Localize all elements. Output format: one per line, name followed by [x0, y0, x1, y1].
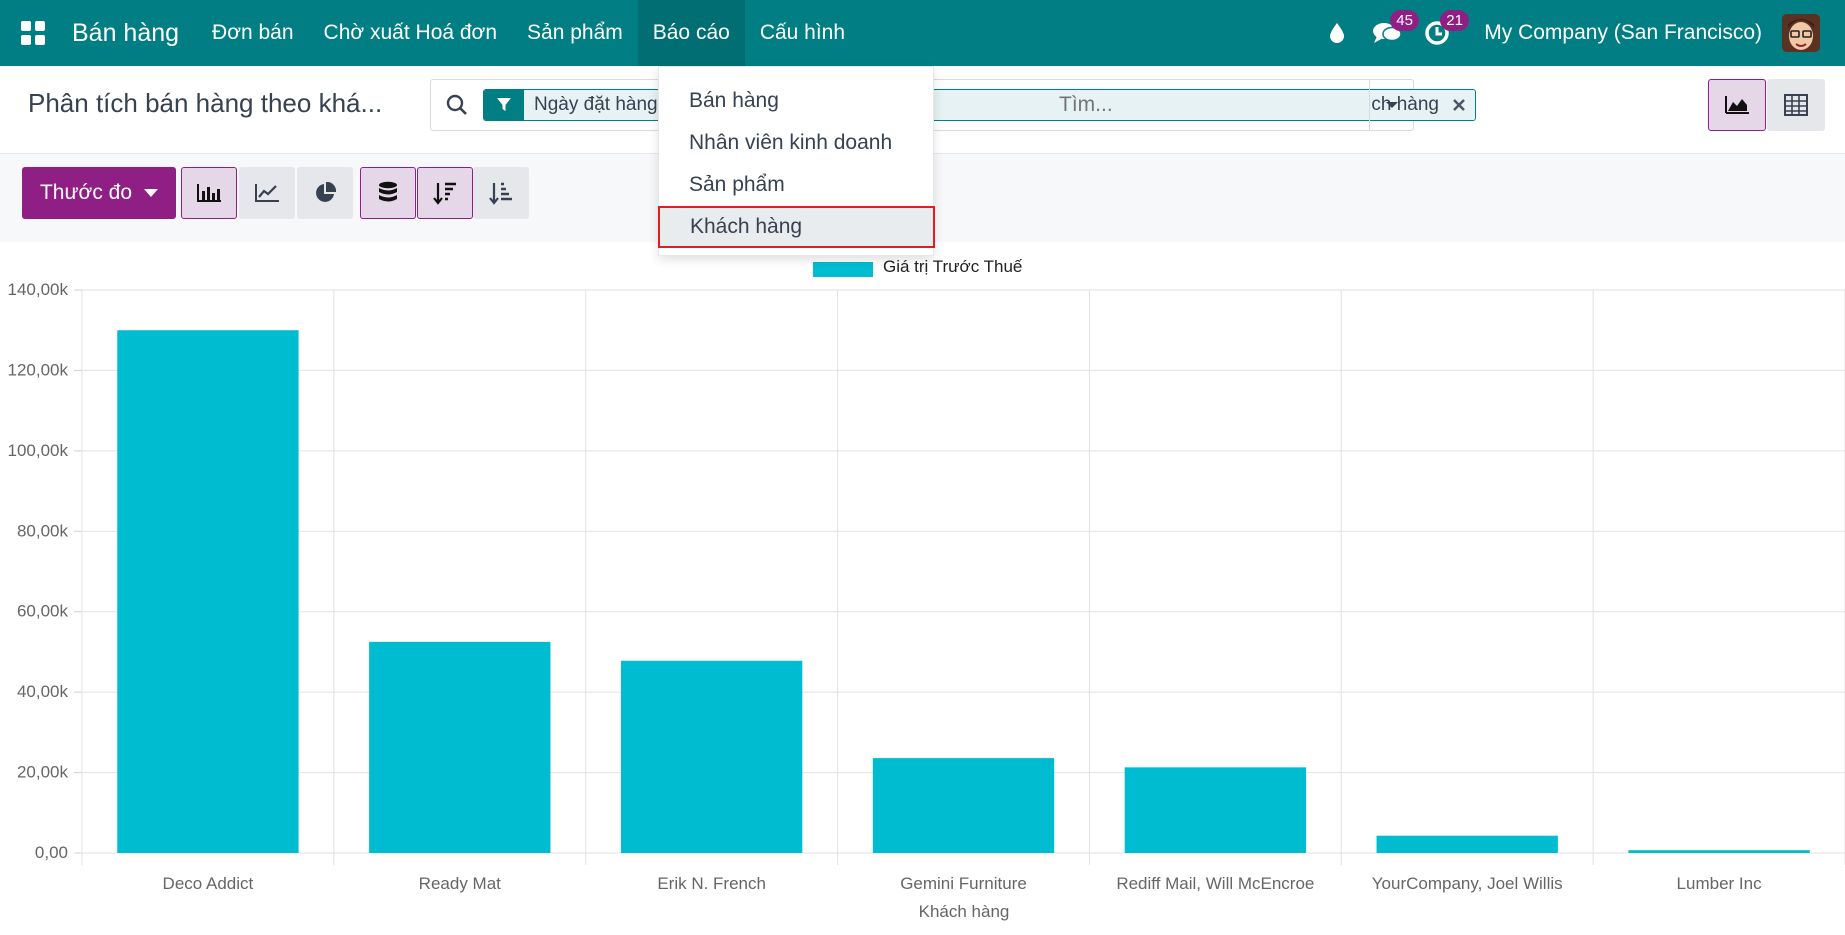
bar — [369, 641, 551, 853]
bar — [1376, 835, 1558, 853]
search-options-toggle[interactable] — [1369, 80, 1413, 130]
app-brand[interactable]: Bán hàng — [72, 19, 179, 48]
y-tick-label: 100,00k — [8, 441, 69, 460]
company-switcher[interactable]: My Company (San Francisco) — [1484, 21, 1762, 45]
search-input[interactable] — [1059, 80, 1359, 130]
activities-icon[interactable]: 21 — [1412, 0, 1469, 66]
dropdown-item-san-pham[interactable]: Sản phẩm — [659, 164, 933, 206]
bar-chart: 0,00 20,00k 40,00k 60,00k 80,00k 100,00k 120,0… — [8, 257, 1845, 921]
menu-don-ban[interactable]: Đơn bán — [197, 0, 309, 66]
y-tick-label: 0,00 — [35, 843, 68, 862]
x-tick-label: Rediff Mail, Will McEncroe — [1116, 874, 1314, 893]
bar — [620, 660, 803, 853]
activities-badge: 21 — [1440, 10, 1469, 31]
dropdown-item-nhan-vien-kinh-doanh[interactable]: Nhân viên kinh doanh — [659, 122, 933, 164]
app-menu-icon[interactable] — [0, 0, 66, 66]
caret-down-icon — [144, 189, 159, 197]
menu-cau-hinh[interactable]: Cấu hình — [745, 0, 860, 66]
measures-label: Thước đo — [39, 181, 133, 204]
chart-area: 0,00 20,00k 40,00k 60,00k 80,00k 100,00k 120,0… — [0, 242, 1845, 930]
filter-icon — [484, 90, 524, 120]
bar — [117, 330, 299, 853]
y-tick-label: 60,00k — [17, 602, 69, 621]
search-icon[interactable] — [431, 94, 483, 116]
stacked-button[interactable] — [360, 167, 416, 219]
y-tick-label: 40,00k — [17, 682, 69, 701]
reporting-dropdown: Bán hàng Nhân viên kinh doanh Sản phẩm K… — [658, 66, 935, 256]
line-chart-button[interactable] — [239, 167, 295, 219]
menu-cho-xuat-hoa-don[interactable]: Chờ xuất Hoá đơn — [309, 0, 512, 66]
menu-san-pham[interactable]: Sản phẩm — [512, 0, 638, 66]
bar — [872, 758, 1055, 853]
remove-facet-icon[interactable] — [1443, 90, 1475, 120]
measures-button[interactable]: Thước đo — [22, 167, 176, 219]
bar — [1124, 767, 1307, 853]
legend-label: Giá trị Trước Thuế — [883, 257, 1023, 276]
y-tick-label: 20,00k — [17, 763, 69, 782]
filter-facet[interactable]: Ngày đặt hàng — [483, 89, 669, 121]
filter-facet-label: Ngày đặt hàng — [524, 90, 668, 120]
user-avatar[interactable] — [1782, 14, 1820, 52]
menu-bao-cao[interactable]: Báo cáo — [637, 0, 745, 66]
descending-button[interactable] — [417, 167, 473, 219]
x-tick-label: Lumber Inc — [1677, 874, 1763, 893]
dropdown-item-khach-hang[interactable]: Khách hàng — [658, 206, 935, 248]
x-tick-label: YourCompany, Joel Willis — [1372, 874, 1563, 893]
y-tick-label: 120,00k — [8, 360, 69, 379]
x-axis-label: Khách hàng — [919, 902, 1010, 921]
ascending-button[interactable] — [473, 167, 529, 219]
y-tick-label: 140,00k — [8, 280, 69, 299]
bar — [1628, 850, 1810, 853]
messages-icon[interactable]: 45 — [1362, 0, 1419, 66]
x-tick-label: Deco Addict — [163, 874, 254, 893]
pivot-view-button[interactable] — [1767, 79, 1825, 131]
top-navbar: Bán hàng Đơn bán Chờ xuất Hoá đơn Sản ph… — [0, 0, 1845, 66]
x-tick-label: Gemini Furniture — [900, 874, 1027, 893]
page-title: Phân tích bán hàng theo khá... — [28, 88, 383, 118]
x-tick-label: Erik N. French — [657, 874, 766, 893]
pie-chart-button[interactable] — [297, 167, 353, 219]
y-tick-label: 80,00k — [17, 521, 69, 540]
legend-swatch — [813, 262, 873, 277]
graph-view-button[interactable] — [1708, 79, 1766, 131]
drop-icon[interactable] — [1312, 0, 1362, 66]
dropdown-item-ban-hang[interactable]: Bán hàng — [659, 80, 933, 122]
bar-chart-button[interactable] — [181, 167, 237, 219]
x-tick-label: Ready Mat — [419, 874, 501, 893]
